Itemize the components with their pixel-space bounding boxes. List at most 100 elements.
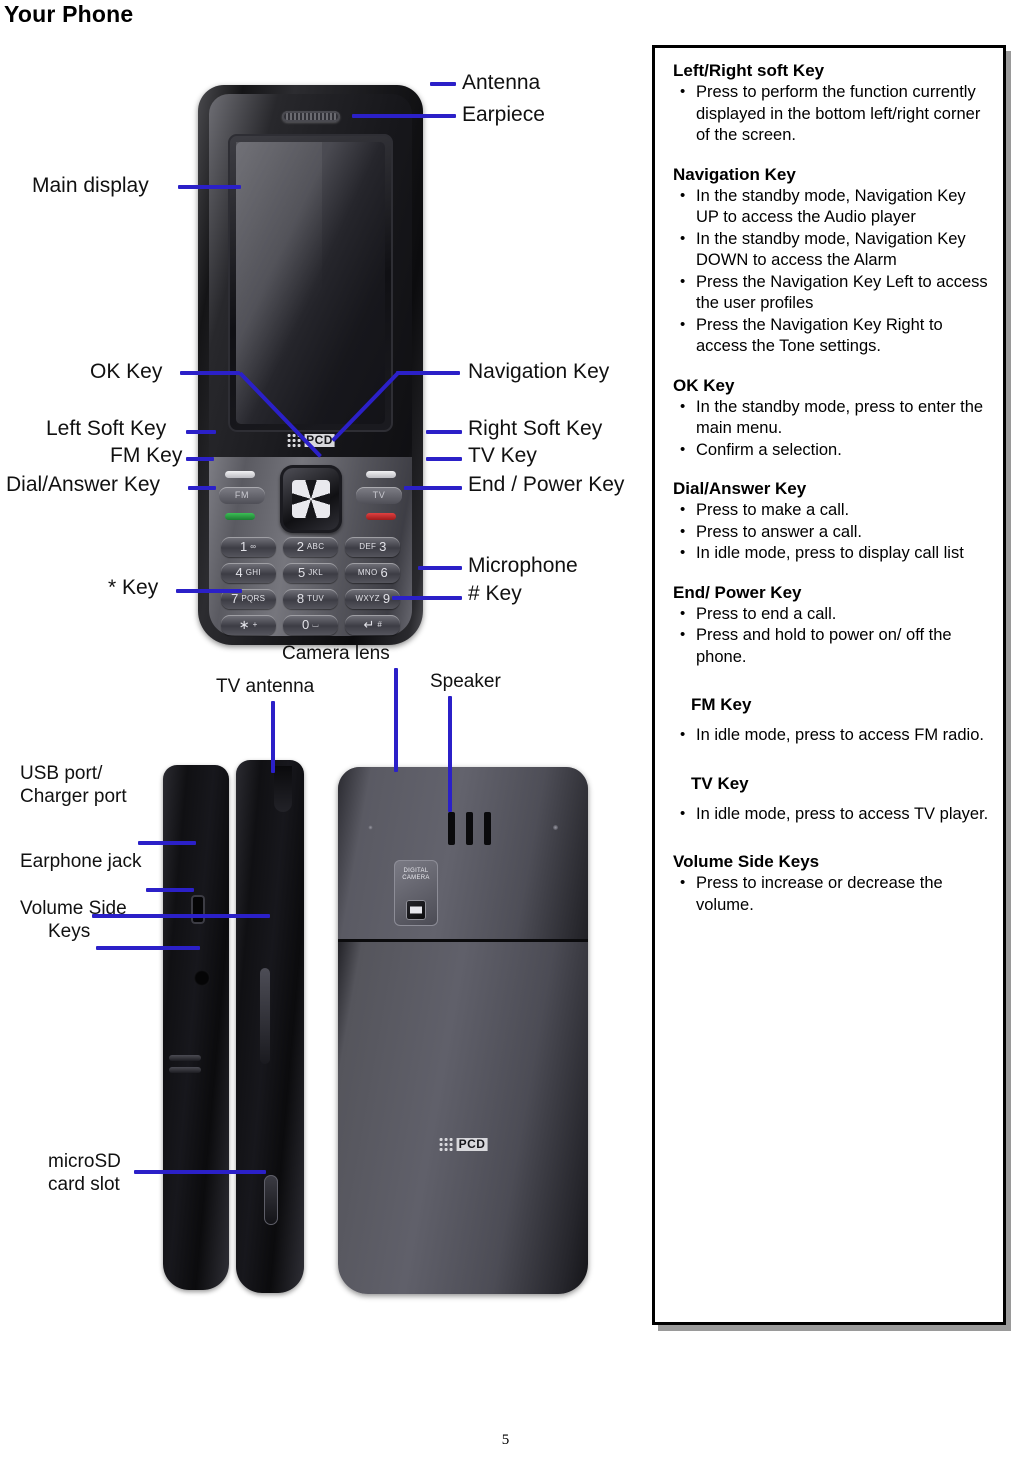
label-right-soft-key: Right Soft Key: [468, 417, 603, 440]
key-6-5[interactable]: MNO 6: [345, 563, 401, 583]
end-power-key[interactable]: [366, 513, 396, 520]
leader-camera-lens: [394, 668, 398, 772]
key-5-4[interactable]: 5 JKL: [282, 563, 339, 583]
key-primary-label: 3: [379, 539, 387, 554]
key-primary-label: 6: [380, 565, 388, 580]
key-secondary-label: MNO: [357, 568, 378, 577]
section-heading: End/ Power Key: [673, 582, 802, 602]
label-earphone-jack: Earphone jack: [20, 851, 142, 872]
key-primary-label: 8: [296, 591, 305, 606]
key-1-0[interactable]: 1 ∞: [220, 537, 276, 557]
key-secondary-label: DEF: [359, 542, 377, 551]
key-secondary-label: PQRS: [241, 594, 266, 603]
bullet-item: Press the Navigation Key Left to access …: [680, 271, 989, 315]
key-functions-panel: Left/Right soft KeyPress to perform the …: [652, 45, 1006, 1325]
earphone-jack: [194, 970, 210, 986]
key-secondary-label: #: [377, 620, 383, 629]
label-tv-antenna: TV antenna: [216, 676, 315, 697]
phone-diagram: PCD FM TV 1 ∞ 2 ABC DEF 3 4 GHI 5 JKL MNO 6 7 PQRS 8 TU…: [0, 30, 650, 1350]
navigation-key[interactable]: [279, 465, 342, 533]
section-bullet-list: In idle mode, press to access TV player.: [673, 803, 989, 826]
key-4-3[interactable]: 4 GHI: [220, 563, 276, 583]
leader-dial-answer-key: [188, 486, 216, 490]
speaker-grille: [448, 812, 491, 845]
leader-side-button: [92, 914, 270, 918]
label-ok-key: OK Key: [90, 360, 163, 383]
key-secondary-label: TUV: [307, 594, 325, 603]
bullet-item: Press the Navigation Key Right to access…: [680, 314, 989, 358]
bullet-item: Press to increase or decrease the volume…: [680, 872, 989, 916]
label-card-slot: card slot: [48, 1174, 120, 1195]
bullet-item: Press to perform the function currently …: [680, 81, 989, 147]
camera-plate-text: DIGITAL CAMERA: [394, 868, 438, 882]
key-3-2[interactable]: DEF 3: [345, 537, 401, 557]
leader-antenna: [430, 82, 456, 86]
section-heading: TV Key: [691, 773, 749, 793]
volume-key-up: [169, 1055, 201, 1061]
key-secondary-label: WXYZ: [355, 594, 380, 603]
screw-right: [553, 825, 558, 830]
key-0-10[interactable]: 0 ⌴: [282, 615, 339, 635]
camera-plate: DIGITAL CAMERA: [394, 860, 438, 926]
bullet-item: In the standby mode, Navigation Key UP t…: [680, 185, 989, 229]
label-fm-key: FM Key: [110, 444, 183, 467]
key-primary-label: 1: [240, 539, 248, 554]
numeric-keypad[interactable]: 1 ∞ 2 ABC DEF 3 4 GHI 5 JKL MNO 6 7 PQRS 8 TUV WXYZ 9 ∗ +0 ⌴…: [220, 537, 401, 635]
keypad-area: FM TV 1 ∞ 2 ABC DEF 3 4 GHI 5 JKL MNO 6 7 PQRS 8 TUV WXY…: [209, 457, 412, 636]
side-button: [260, 968, 270, 1064]
fm-key[interactable]: FM: [219, 487, 265, 504]
leader-fm-key: [186, 457, 214, 461]
key-8-7[interactable]: 8 TUV: [282, 589, 339, 609]
bullet-item: In idle mode, press to access FM radio.: [680, 724, 989, 747]
leader-ok-key-h: [180, 371, 240, 375]
dial-answer-key[interactable]: [225, 513, 255, 520]
phone-right-side-view: [236, 760, 304, 1293]
bullet-item: In idle mode, press to access TV player.: [680, 803, 989, 826]
tv-key[interactable]: TV: [356, 487, 402, 504]
key-primary-label: ∗: [238, 617, 250, 632]
main-display-screen: [236, 142, 385, 424]
right-soft-key[interactable]: [366, 471, 396, 478]
phone-front-illustration: PCD FM TV 1 ∞ 2 ABC DEF 3 4 GHI 5 JKL MNO 6 7 PQRS 8 TU…: [198, 85, 423, 645]
section-bullet-list: Press to perform the function currently …: [673, 81, 989, 147]
camera-plate-line2: CAMERA: [402, 875, 430, 881]
key-2-1[interactable]: 2 ABC: [282, 537, 339, 557]
bullet-item: Press to make a call.: [680, 499, 989, 522]
section-heading: OK Key: [673, 375, 735, 395]
label-end-power-key: End / Power Key: [468, 473, 625, 496]
section-bullet-list: Press to increase or decrease the volume…: [673, 872, 989, 916]
label-antenna: Antenna: [462, 71, 541, 94]
bullet-item: Confirm a selection.: [680, 439, 989, 462]
ok-key[interactable]: [291, 480, 330, 518]
label-charger-port: Charger port: [20, 786, 127, 807]
leader-usb-charger-port: [138, 841, 196, 845]
left-soft-key[interactable]: [225, 471, 255, 478]
pcd-logo-back: PCD: [438, 1136, 488, 1151]
label-hash-key: # Key: [468, 582, 522, 605]
key-secondary-label: JKL: [308, 568, 323, 577]
key-primary-label: 4: [235, 565, 243, 580]
volume-key-down: [169, 1067, 201, 1073]
leader-microsd-slot: [134, 1170, 266, 1174]
section-bullet-list: In the standby mode, press to enter the …: [673, 396, 989, 462]
bullet-item: Press to answer a call.: [680, 521, 989, 544]
bullet-item: Press and hold to power on/ off the phon…: [680, 624, 989, 668]
section-heading: Left/Right soft Key: [673, 61, 825, 80]
pcd-wordmark-back: PCD: [456, 1136, 488, 1151]
soft-key-row: FM TV: [215, 463, 406, 533]
key-↵-11[interactable]: ↵ #: [345, 615, 401, 635]
key-primary-label: 0: [302, 617, 310, 632]
key-primary-label: ↵: [363, 617, 375, 632]
page-title: Your Phone: [4, 1, 134, 27]
key-∗-9[interactable]: ∗ +: [220, 615, 276, 635]
tv-antenna: [274, 766, 292, 812]
section-heading: Dial/Answer Key: [673, 479, 807, 498]
section-heading: Volume Side Keys: [673, 852, 820, 871]
usb-charger-port: [191, 895, 205, 924]
section-heading: Navigation Key: [673, 164, 796, 184]
